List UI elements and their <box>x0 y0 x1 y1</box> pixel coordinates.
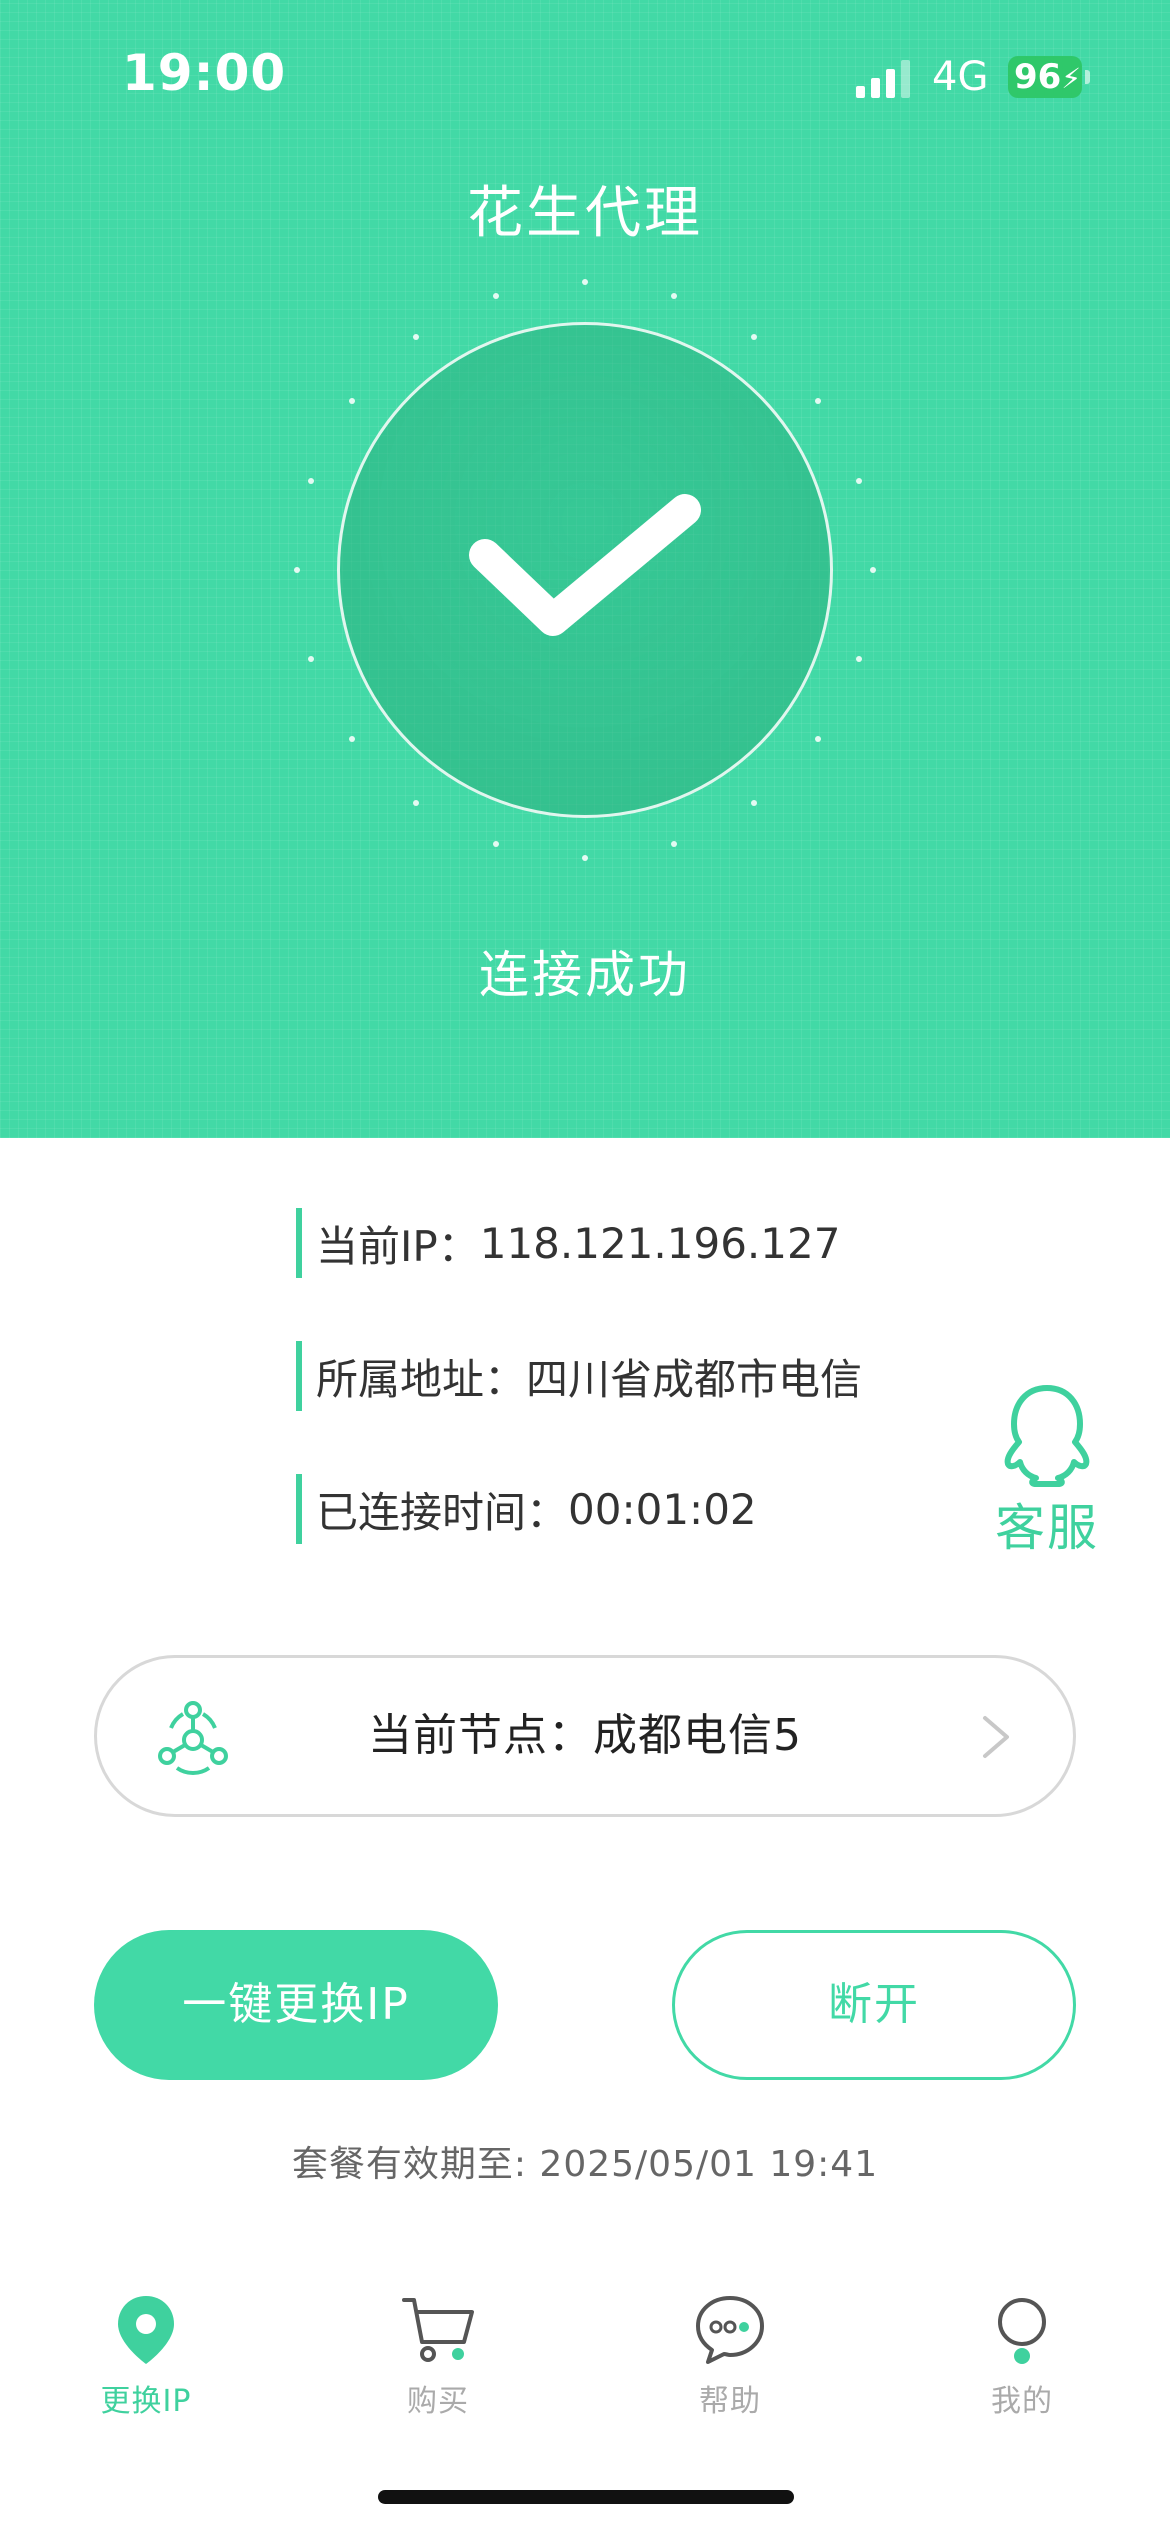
network-type: 4G <box>932 54 989 100</box>
profile-icon <box>998 2298 1046 2364</box>
ip-value: 118.121.196.127 <box>479 1218 841 1268</box>
change-ip-button[interactable]: 一键更换IP <box>94 1930 498 2080</box>
status-bar: 19:00 4G 96⚡ <box>0 0 1170 150</box>
tab-label: 更换IP <box>100 2384 192 2419</box>
battery-level: 96 <box>1014 57 1062 97</box>
address-row: 所属地址： 四川省成都市电信 <box>296 1341 862 1411</box>
cart-icon <box>402 2298 474 2362</box>
row-accent-bar <box>296 1208 302 1278</box>
tab-profile[interactable]: 我的 <box>922 2290 1122 2420</box>
tab-label: 购买 <box>407 2384 469 2419</box>
ip-label: 当前IP： <box>316 1221 480 1271</box>
tab-help[interactable]: 帮助 <box>630 2290 830 2420</box>
connection-hero: 19:00 4G 96⚡ 花生代理 连接成功 <box>0 0 1170 1138</box>
address-value: 四川省成都市电信 <box>526 1354 863 1404</box>
chevron-right-icon <box>983 1716 1009 1758</box>
current-node-selector[interactable]: 当前节点：成都电信5 <box>94 1655 1076 1817</box>
current-node-label: 当前节点：成都电信5 <box>368 1710 802 1761</box>
customer-service-button[interactable]: 客服 <box>992 1380 1102 1560</box>
checkmark-icon <box>469 494 701 636</box>
home-indicator <box>378 2490 794 2504</box>
row-accent-bar <box>296 1474 302 1544</box>
battery-indicator: 96⚡ <box>1008 56 1082 98</box>
app-title: 花生代理 <box>467 181 703 246</box>
location-pin-icon <box>118 2296 174 2364</box>
time-label: 已连接时间： <box>316 1487 569 1537</box>
row-accent-bar <box>296 1341 302 1411</box>
time-value: 00:01:02 <box>568 1484 757 1534</box>
address-label: 所属地址： <box>316 1354 527 1404</box>
connected-time-row: 已连接时间： 00:01:02 <box>296 1474 757 1544</box>
current-ip-row: 当前IP： 118.121.196.127 <box>296 1208 840 1278</box>
charging-icon: ⚡ <box>1061 62 1081 95</box>
qq-penguin-icon <box>1004 1385 1090 1487</box>
customer-service-label: 客服 <box>995 1499 1099 1557</box>
disconnect-button[interactable]: 断开 <box>672 1930 1076 2080</box>
status-time: 19:00 <box>122 44 287 102</box>
battery-cap <box>1085 70 1090 84</box>
app-screen: 19:00 4G 96⚡ 花生代理 连接成功 当前IP： 118.121.196… <box>0 0 1170 2532</box>
status-dial <box>285 270 885 870</box>
tab-label: 帮助 <box>699 2384 761 2419</box>
chat-bubble-icon <box>696 2296 764 2364</box>
tab-change-ip[interactable]: 更换IP <box>46 2290 246 2420</box>
connection-status: 连接成功 <box>479 946 691 1004</box>
plan-expiry-text: 套餐有效期至: 2025/05/01 19:41 <box>291 2144 879 2185</box>
tab-label: 我的 <box>991 2384 1053 2419</box>
signal-icon <box>856 60 910 98</box>
tab-purchase[interactable]: 购买 <box>338 2290 538 2420</box>
